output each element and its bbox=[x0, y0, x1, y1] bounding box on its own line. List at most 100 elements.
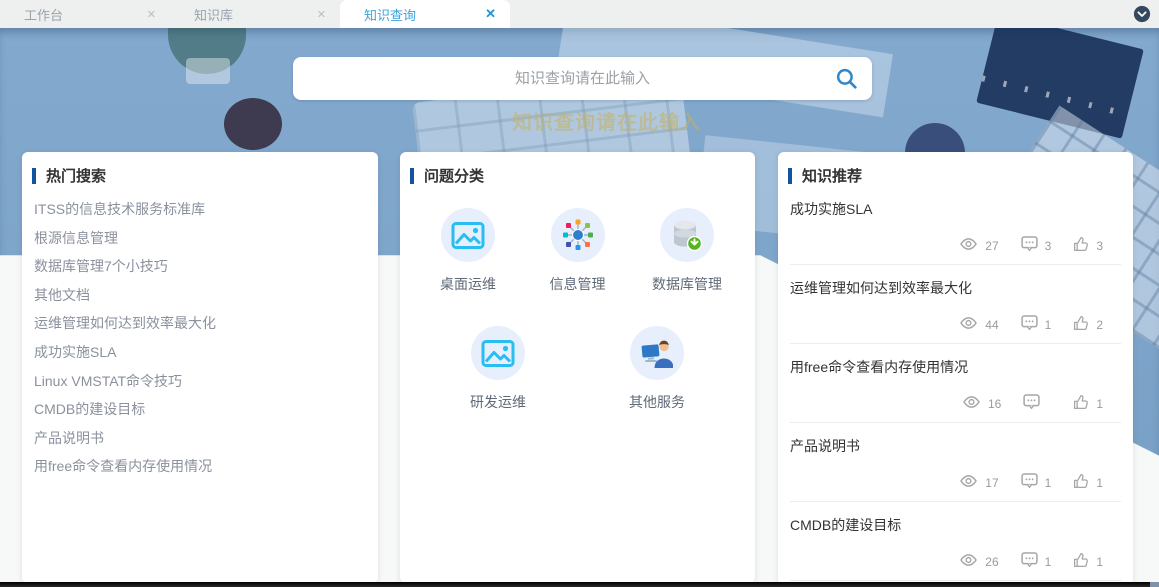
stat-value: 1 bbox=[1045, 555, 1052, 569]
database-icon[interactable] bbox=[660, 208, 714, 262]
search-bar bbox=[293, 57, 872, 100]
recommend-item-stats: 16 1 bbox=[790, 394, 1103, 413]
category-item[interactable]: 研发运维 bbox=[452, 326, 544, 412]
hot-search-list: ITSS的信息技术服务标准库根源信息管理数据库管理7个小技巧其他文档运维管理如何… bbox=[22, 186, 378, 481]
stat-value: 1 bbox=[1045, 318, 1052, 332]
category-item[interactable]: 信息管理 bbox=[532, 208, 624, 294]
stat-value: 26 bbox=[985, 555, 998, 569]
tab-close-icon[interactable]: ✕ bbox=[315, 8, 328, 21]
recommend-item: 成功实施SLA 27 3 3 bbox=[778, 186, 1133, 264]
recommend-item-stats: 26 1 1 bbox=[790, 552, 1103, 571]
hot-search-item[interactable]: 用free命令查看内存使用情况 bbox=[34, 452, 366, 481]
category-item[interactable]: 其他服务 bbox=[611, 326, 703, 412]
thumbs-up-icon bbox=[1073, 394, 1089, 413]
hot-search-item[interactable]: 成功实施SLA bbox=[34, 338, 366, 367]
hot-search-item[interactable]: 根源信息管理 bbox=[34, 224, 366, 253]
hot-search-item[interactable]: ITSS的信息技术服务标准库 bbox=[34, 195, 366, 224]
recommend-item: CMDB的建设目标 26 1 1 bbox=[778, 502, 1133, 580]
hot-search-item[interactable]: 其他文档 bbox=[34, 281, 366, 310]
recommend-item: 产品说明书1711 bbox=[778, 423, 1133, 501]
title-bar-accent bbox=[410, 168, 414, 184]
picture-icon[interactable] bbox=[471, 326, 525, 380]
like-count[interactable]: 1 bbox=[1073, 552, 1103, 571]
like-count[interactable]: 2 bbox=[1073, 315, 1103, 334]
comment-count[interactable]: 1 bbox=[1021, 473, 1052, 492]
tab-close-icon[interactable]: ✕ bbox=[145, 8, 158, 21]
hot-search-card: 热门搜索 ITSS的信息技术服务标准库根源信息管理数据库管理7个小技巧其他文档运… bbox=[22, 152, 378, 583]
recommend-list: 成功实施SLA 27 3 3 运维管理如何达到效率最大化 44 1 2 用free命令查看内存使… bbox=[778, 186, 1133, 587]
like-count[interactable]: 1 bbox=[1073, 394, 1103, 413]
recommend-item-title[interactable]: 产品说明书 bbox=[790, 436, 1103, 456]
view-count[interactable]: 27 bbox=[959, 237, 998, 254]
view-count[interactable]: 26 bbox=[959, 553, 998, 570]
network-icon[interactable] bbox=[551, 208, 605, 262]
eye-icon bbox=[959, 237, 978, 254]
stat-value: 2 bbox=[1096, 318, 1103, 332]
chevron-down-icon[interactable] bbox=[1133, 5, 1151, 23]
like-count[interactable]: 1 bbox=[1073, 473, 1103, 492]
category-label: 桌面运维 bbox=[440, 274, 496, 294]
category-label: 数据库管理 bbox=[652, 274, 722, 294]
comment-icon bbox=[1021, 473, 1038, 492]
comment-icon bbox=[1021, 236, 1038, 255]
hot-search-item[interactable]: 数据库管理7个小技巧 bbox=[34, 252, 366, 281]
eye-icon bbox=[959, 316, 978, 333]
stat-value: 1 bbox=[1045, 476, 1052, 490]
category-item[interactable]: 桌面运维 bbox=[422, 208, 514, 294]
person-icon[interactable] bbox=[630, 326, 684, 380]
recommend-item-title[interactable]: 用free命令查看内存使用情况 bbox=[790, 357, 1103, 377]
hot-search-item[interactable]: CMDB的建设目标 bbox=[34, 395, 366, 424]
hot-search-item[interactable]: 运维管理如何达到效率最大化 bbox=[34, 309, 366, 338]
tab-knowledge-base[interactable]: 知识库 ✕ bbox=[170, 0, 340, 28]
view-count[interactable]: 17 bbox=[959, 474, 998, 491]
comment-count[interactable] bbox=[1023, 394, 1051, 413]
plant-pot-decor bbox=[186, 58, 230, 84]
comment-count[interactable]: 1 bbox=[1021, 315, 1052, 334]
comment-icon bbox=[1023, 394, 1040, 413]
coffee-cup-decor bbox=[224, 98, 282, 150]
category-item[interactable]: 数据库管理 bbox=[641, 208, 733, 294]
view-count[interactable]: 44 bbox=[959, 316, 998, 333]
category-label: 信息管理 bbox=[550, 274, 606, 294]
recommend-item-stats: 1711 bbox=[790, 473, 1103, 492]
stat-value: 44 bbox=[985, 318, 998, 332]
card-title: 热门搜索 bbox=[46, 165, 106, 186]
tab-label: 知识查询 bbox=[364, 5, 483, 24]
tab-workbench[interactable]: 工作台 ✕ bbox=[0, 0, 170, 28]
hot-search-item[interactable]: Linux VMSTAT命令技巧 bbox=[34, 367, 366, 396]
card-header: 知识推荐 bbox=[778, 152, 1133, 186]
title-bar-accent bbox=[32, 168, 36, 184]
eye-icon bbox=[962, 395, 981, 412]
eye-icon bbox=[959, 553, 978, 570]
stat-value: 1 bbox=[1096, 476, 1103, 490]
recommend-item-stats: 27 3 3 bbox=[790, 236, 1103, 255]
search-input[interactable] bbox=[293, 57, 872, 100]
horizontal-scrollbar[interactable] bbox=[0, 582, 1159, 587]
tab-bar: 工作台 ✕ 知识库 ✕ 知识查询 ✕ bbox=[0, 0, 1159, 28]
thumbs-up-icon bbox=[1073, 236, 1089, 255]
stat-value: 3 bbox=[1096, 239, 1103, 253]
recommend-item: 用free命令查看内存使用情况 16 1 bbox=[778, 344, 1133, 422]
stat-value: 1 bbox=[1096, 555, 1103, 569]
recommend-item-title[interactable]: CMDB的建设目标 bbox=[790, 515, 1103, 535]
stat-value: 16 bbox=[988, 397, 1001, 411]
category-row: 研发运维其他服务 bbox=[400, 326, 755, 412]
search-ghost-text: 知识查询请在此输入 bbox=[512, 106, 701, 135]
stat-value: 17 bbox=[985, 476, 998, 490]
like-count[interactable]: 3 bbox=[1073, 236, 1103, 255]
tab-label: 知识库 bbox=[194, 5, 315, 24]
category-label: 其他服务 bbox=[629, 392, 685, 412]
comment-count[interactable]: 3 bbox=[1021, 236, 1052, 255]
categories-card: 问题分类 桌面运维 信息管理 数据库管理 研发运维其他服务 bbox=[400, 152, 755, 583]
comment-count[interactable]: 1 bbox=[1021, 552, 1052, 571]
recommend-item-title[interactable]: 成功实施SLA bbox=[790, 199, 1103, 219]
card-header: 问题分类 bbox=[400, 152, 755, 186]
view-count[interactable]: 16 bbox=[962, 395, 1001, 412]
picture-icon[interactable] bbox=[441, 208, 495, 262]
recommend-item-stats: 44 1 2 bbox=[790, 315, 1103, 334]
tab-close-icon[interactable]: ✕ bbox=[483, 6, 498, 22]
recommend-item-title[interactable]: 运维管理如何达到效率最大化 bbox=[790, 278, 1103, 298]
tab-knowledge-query[interactable]: 知识查询 ✕ bbox=[340, 0, 510, 28]
search-icon[interactable] bbox=[835, 67, 858, 90]
hot-search-item[interactable]: 产品说明书 bbox=[34, 424, 366, 453]
